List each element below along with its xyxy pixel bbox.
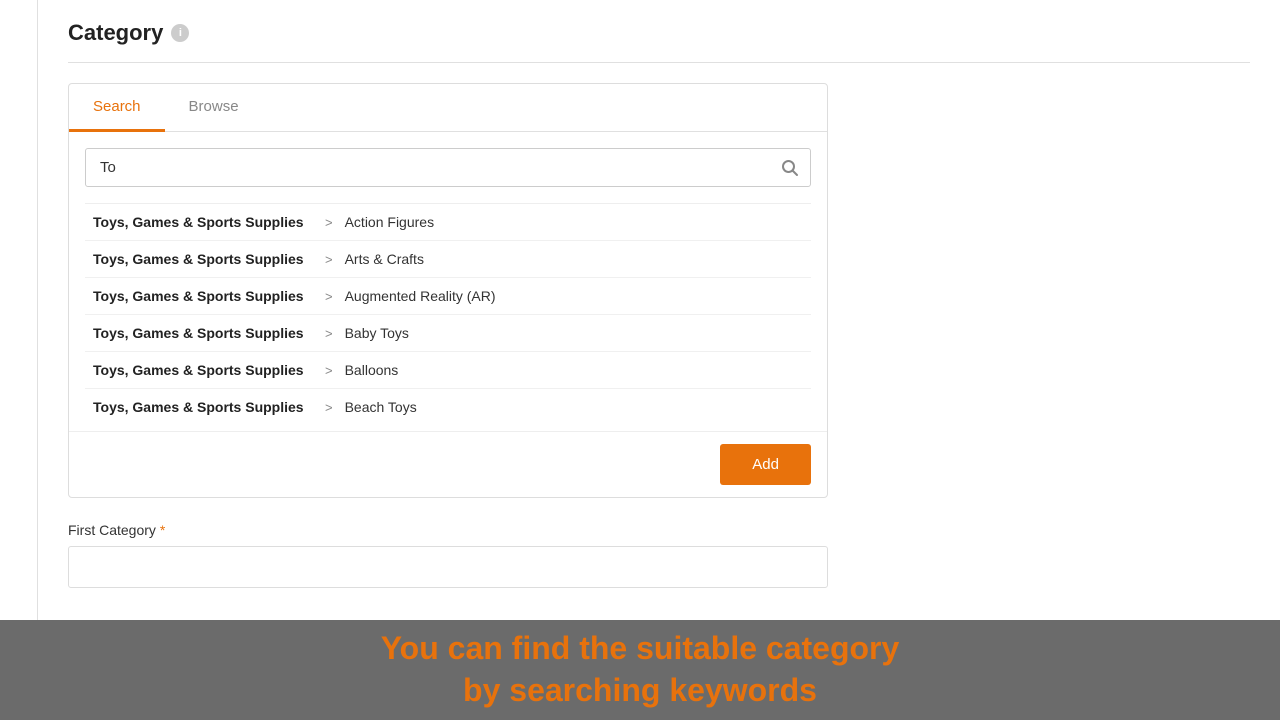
- search-icon-button[interactable]: [780, 158, 800, 178]
- results-container: Toys, Games & Sports Supplies > Action Fig…: [69, 203, 827, 423]
- result-row[interactable]: Toys, Games & Sports Supplies > Baby Toys: [85, 315, 811, 352]
- required-star: *: [160, 522, 165, 538]
- result-parent-label: Toys, Games & Sports Supplies: [93, 362, 313, 378]
- add-button[interactable]: Add: [720, 444, 811, 485]
- result-parent-label: Toys, Games & Sports Supplies: [93, 288, 313, 304]
- result-parent-label: Toys, Games & Sports Supplies: [93, 325, 313, 341]
- main-content: Category i Search Browse Toys, Games & S…: [38, 0, 1280, 620]
- tab-bar: Search Browse: [69, 84, 827, 132]
- search-area: [69, 132, 827, 203]
- result-parent-label: Toys, Games & Sports Supplies: [93, 399, 313, 415]
- result-arrow: >: [325, 252, 333, 267]
- result-parent-label: Toys, Games & Sports Supplies: [93, 214, 313, 230]
- bottom-banner: You can find the suitable category by se…: [0, 620, 1280, 720]
- category-card: Search Browse Toys, Games & Sports Suppl…: [68, 83, 828, 498]
- page-title-area: Category i: [68, 20, 1250, 46]
- result-row[interactable]: Toys, Games & Sports Supplies > Augmented …: [85, 278, 811, 315]
- result-row[interactable]: Toys, Games & Sports Supplies > Beach Toys: [85, 389, 811, 423]
- result-child-label: Baby Toys: [345, 325, 409, 341]
- result-child-label: Augmented Reality (AR): [345, 288, 496, 304]
- result-arrow: >: [325, 400, 333, 415]
- first-category-label: First Category *: [68, 522, 1250, 538]
- first-category-input[interactable]: [68, 546, 828, 588]
- card-footer: Add: [69, 431, 827, 497]
- result-child-label: Balloons: [345, 362, 399, 378]
- banner-text: You can find the suitable category by se…: [381, 628, 900, 711]
- result-child-label: Beach Toys: [345, 399, 417, 415]
- page-title-text: Category: [68, 20, 163, 46]
- result-child-label: Arts & Crafts: [345, 251, 424, 267]
- result-row[interactable]: Toys, Games & Sports Supplies > Action Fig…: [85, 204, 811, 241]
- result-parent-label: Toys, Games & Sports Supplies: [93, 251, 313, 267]
- result-arrow: >: [325, 326, 333, 341]
- info-icon[interactable]: i: [171, 24, 189, 42]
- first-category-section: First Category *: [68, 522, 1250, 588]
- result-child-label: Action Figures: [345, 214, 434, 230]
- divider: [68, 62, 1250, 63]
- result-row[interactable]: Toys, Games & Sports Supplies > Balloons: [85, 352, 811, 389]
- tab-search[interactable]: Search: [69, 84, 165, 132]
- results-list: Toys, Games & Sports Supplies > Action Fig…: [85, 203, 811, 423]
- search-input[interactable]: [86, 149, 810, 186]
- tab-browse[interactable]: Browse: [165, 84, 263, 132]
- left-sidebar: [0, 0, 38, 620]
- result-arrow: >: [325, 289, 333, 304]
- search-input-wrapper: [85, 148, 811, 187]
- result-arrow: >: [325, 363, 333, 378]
- result-row[interactable]: Toys, Games & Sports Supplies > Arts & Cra…: [85, 241, 811, 278]
- result-arrow: >: [325, 215, 333, 230]
